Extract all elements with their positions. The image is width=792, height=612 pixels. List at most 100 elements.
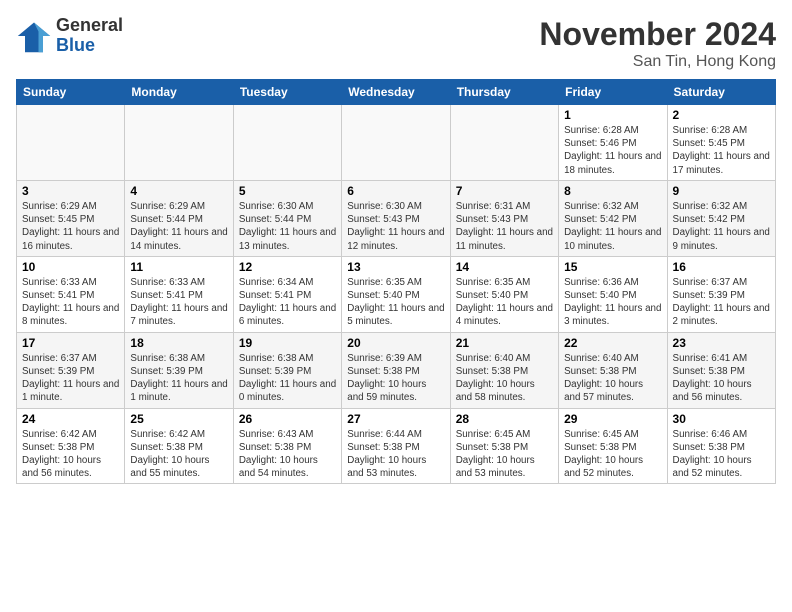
day-info: Sunrise: 6:43 AM Sunset: 5:38 PM Dayligh…	[239, 428, 336, 481]
day-number: 28	[456, 412, 553, 426]
calendar: SundayMondayTuesdayWednesdayThursdayFrid…	[16, 79, 776, 484]
day-number: 13	[347, 260, 444, 274]
logo-text: General Blue	[56, 16, 123, 56]
calendar-cell: 4Sunrise: 6:29 AM Sunset: 5:44 PM Daylig…	[125, 180, 233, 256]
day-number: 19	[239, 336, 336, 350]
calendar-cell	[17, 105, 125, 181]
day-number: 9	[673, 184, 770, 198]
week-row-3: 10 Sunrise: 6:33 AM Sunset: 5:41 PM Dayli…	[17, 256, 776, 332]
day-number: 11	[130, 260, 227, 274]
calendar-cell: 1 Sunrise: 6:28 AM Sunset: 5:46 PM Daylig…	[559, 105, 667, 181]
day-number: 6	[347, 184, 444, 198]
calendar-cell: 3 Sunrise: 6:29 AM Sunset: 5:45 PM Daylig…	[17, 180, 125, 256]
day-number: 23	[673, 336, 770, 350]
day-number: 3	[22, 184, 119, 198]
day-number: 8	[564, 184, 661, 198]
weekday-header-saturday: Saturday	[667, 80, 775, 105]
day-number: 27	[347, 412, 444, 426]
calendar-cell: 11 Sunrise: 6:33 AM Sunset: 5:41 PM Dayli…	[125, 256, 233, 332]
day-number: 16	[673, 260, 770, 274]
weekday-header-friday: Friday	[559, 80, 667, 105]
day-info: Sunrise: 6:32 AM Sunset: 5:42 PM Dayligh…	[673, 200, 770, 253]
calendar-cell: 5Sunrise: 6:30 AM Sunset: 5:44 PM Daylig…	[233, 180, 341, 256]
day-number: 10	[22, 260, 119, 274]
weekday-header-sunday: Sunday	[17, 80, 125, 105]
day-number: 18	[130, 336, 227, 350]
calendar-cell: 22 Sunrise: 6:40 AM Sunset: 5:38 PM Dayli…	[559, 332, 667, 408]
day-info: Sunrise: 6:37 AM Sunset: 5:39 PM Dayligh…	[22, 352, 119, 405]
day-number: 20	[347, 336, 444, 350]
day-info: Sunrise: 6:30 AM Sunset: 5:44 PM Dayligh…	[239, 200, 336, 253]
day-number: 17	[22, 336, 119, 350]
calendar-cell: 12 Sunrise: 6:34 AM Sunset: 5:41 PM Dayli…	[233, 256, 341, 332]
day-number: 1	[564, 108, 661, 122]
day-info: Sunrise: 6:34 AM Sunset: 5:41 PM Dayligh…	[239, 276, 336, 329]
day-info: Sunrise: 6:30 AM Sunset: 5:43 PM Dayligh…	[347, 200, 444, 253]
weekday-header-tuesday: Tuesday	[233, 80, 341, 105]
calendar-cell: 21 Sunrise: 6:40 AM Sunset: 5:38 PM Dayli…	[450, 332, 558, 408]
page-header: General Blue November 2024 San Tin, Hong…	[16, 16, 776, 71]
weekday-header-thursday: Thursday	[450, 80, 558, 105]
calendar-cell: 9 Sunrise: 6:32 AM Sunset: 5:42 PM Daylig…	[667, 180, 775, 256]
calendar-cell: 16Sunrise: 6:37 AM Sunset: 5:39 PM Dayli…	[667, 256, 775, 332]
calendar-cell: 13 Sunrise: 6:35 AM Sunset: 5:40 PM Dayli…	[342, 256, 450, 332]
calendar-cell: 7 Sunrise: 6:31 AM Sunset: 5:43 PM Daylig…	[450, 180, 558, 256]
calendar-cell: 28 Sunrise: 6:45 AM Sunset: 5:38 PM Dayli…	[450, 408, 558, 484]
day-info: Sunrise: 6:28 AM Sunset: 5:45 PM Dayligh…	[673, 124, 770, 177]
calendar-cell: 20 Sunrise: 6:39 AM Sunset: 5:38 PM Dayli…	[342, 332, 450, 408]
calendar-cell: 10 Sunrise: 6:33 AM Sunset: 5:41 PM Dayli…	[17, 256, 125, 332]
day-number: 29	[564, 412, 661, 426]
calendar-cell: 30 Sunrise: 6:46 AM Sunset: 5:38 PM Dayli…	[667, 408, 775, 484]
day-info: Sunrise: 6:44 AM Sunset: 5:38 PM Dayligh…	[347, 428, 444, 481]
day-info: Sunrise: 6:36 AM Sunset: 5:40 PM Dayligh…	[564, 276, 661, 329]
day-info: Sunrise: 6:42 AM Sunset: 5:38 PM Dayligh…	[130, 428, 227, 481]
calendar-cell	[450, 105, 558, 181]
day-info: Sunrise: 6:38 AM Sunset: 5:39 PM Dayligh…	[239, 352, 336, 405]
day-number: 7	[456, 184, 553, 198]
day-info: Sunrise: 6:33 AM Sunset: 5:41 PM Dayligh…	[130, 276, 227, 329]
day-info: Sunrise: 6:40 AM Sunset: 5:38 PM Dayligh…	[456, 352, 553, 405]
calendar-cell: 27 Sunrise: 6:44 AM Sunset: 5:38 PM Dayli…	[342, 408, 450, 484]
day-info: Sunrise: 6:28 AM Sunset: 5:46 PM Dayligh…	[564, 124, 661, 177]
calendar-cell	[342, 105, 450, 181]
week-row-2: 3 Sunrise: 6:29 AM Sunset: 5:45 PM Daylig…	[17, 180, 776, 256]
day-info: Sunrise: 6:39 AM Sunset: 5:38 PM Dayligh…	[347, 352, 444, 405]
day-info: Sunrise: 6:33 AM Sunset: 5:41 PM Dayligh…	[22, 276, 119, 329]
day-info: Sunrise: 6:32 AM Sunset: 5:42 PM Dayligh…	[564, 200, 661, 253]
calendar-cell: 18 Sunrise: 6:38 AM Sunset: 5:39 PM Dayli…	[125, 332, 233, 408]
calendar-cell: 8 Sunrise: 6:32 AM Sunset: 5:42 PM Daylig…	[559, 180, 667, 256]
day-number: 2	[673, 108, 770, 122]
day-info: Sunrise: 6:29 AM Sunset: 5:45 PM Dayligh…	[22, 200, 119, 253]
day-number: 14	[456, 260, 553, 274]
calendar-cell: 24 Sunrise: 6:42 AM Sunset: 5:38 PM Dayli…	[17, 408, 125, 484]
day-info: Sunrise: 6:38 AM Sunset: 5:39 PM Dayligh…	[130, 352, 227, 405]
calendar-cell: 26Sunrise: 6:43 AM Sunset: 5:38 PM Dayli…	[233, 408, 341, 484]
day-number: 25	[130, 412, 227, 426]
day-info: Sunrise: 6:46 AM Sunset: 5:38 PM Dayligh…	[673, 428, 770, 481]
day-info: Sunrise: 6:41 AM Sunset: 5:38 PM Dayligh…	[673, 352, 770, 405]
day-info: Sunrise: 6:42 AM Sunset: 5:38 PM Dayligh…	[22, 428, 119, 481]
day-number: 15	[564, 260, 661, 274]
week-row-5: 24 Sunrise: 6:42 AM Sunset: 5:38 PM Dayli…	[17, 408, 776, 484]
day-number: 22	[564, 336, 661, 350]
logo-general: General	[56, 15, 123, 35]
day-info: Sunrise: 6:35 AM Sunset: 5:40 PM Dayligh…	[456, 276, 553, 329]
day-info: Sunrise: 6:45 AM Sunset: 5:38 PM Dayligh…	[456, 428, 553, 481]
day-number: 24	[22, 412, 119, 426]
day-info: Sunrise: 6:35 AM Sunset: 5:40 PM Dayligh…	[347, 276, 444, 329]
day-number: 21	[456, 336, 553, 350]
weekday-header-monday: Monday	[125, 80, 233, 105]
calendar-cell: 14 Sunrise: 6:35 AM Sunset: 5:40 PM Dayli…	[450, 256, 558, 332]
calendar-cell: 6 Sunrise: 6:30 AM Sunset: 5:43 PM Daylig…	[342, 180, 450, 256]
day-info: Sunrise: 6:40 AM Sunset: 5:38 PM Dayligh…	[564, 352, 661, 405]
day-info: Sunrise: 6:31 AM Sunset: 5:43 PM Dayligh…	[456, 200, 553, 253]
day-info: Sunrise: 6:45 AM Sunset: 5:38 PM Dayligh…	[564, 428, 661, 481]
week-row-4: 17 Sunrise: 6:37 AM Sunset: 5:39 PM Dayli…	[17, 332, 776, 408]
calendar-cell: 23 Sunrise: 6:41 AM Sunset: 5:38 PM Dayli…	[667, 332, 775, 408]
calendar-cell: 19 Sunrise: 6:38 AM Sunset: 5:39 PM Dayli…	[233, 332, 341, 408]
day-number: 12	[239, 260, 336, 274]
day-number: 4	[130, 184, 227, 198]
calendar-cell	[233, 105, 341, 181]
day-number: 30	[673, 412, 770, 426]
weekday-header-wednesday: Wednesday	[342, 80, 450, 105]
